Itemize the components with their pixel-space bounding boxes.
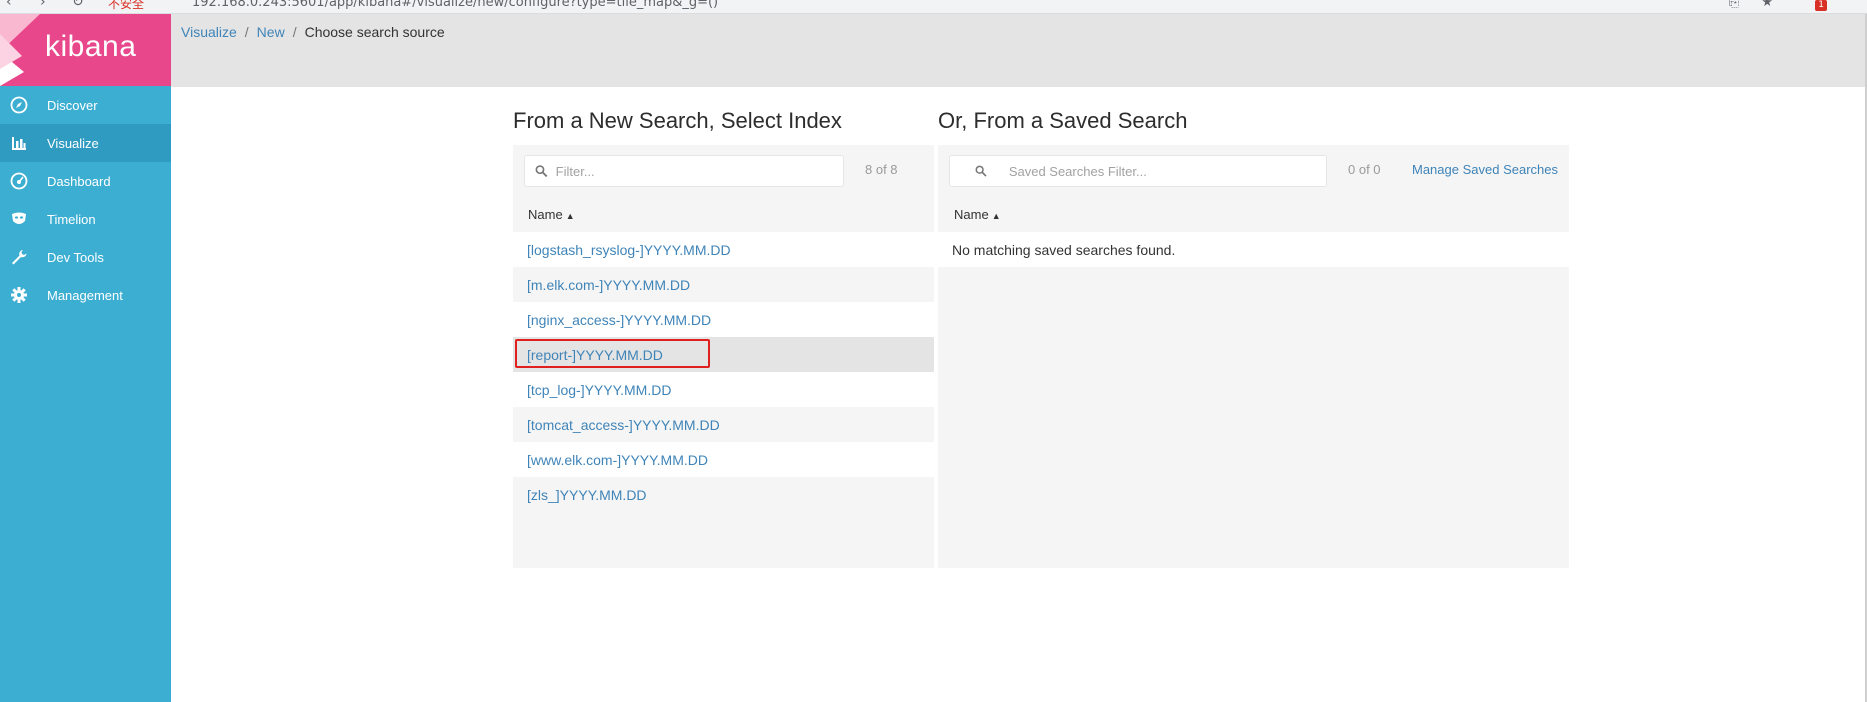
list-item[interactable]: [logstash_rsyslog-]YYYY.MM.DD bbox=[513, 232, 934, 267]
index-pattern-link[interactable]: [nginx_access-]YYYY.MM.DD bbox=[527, 312, 711, 328]
saved-search-title: Or, From a Saved Search bbox=[938, 108, 1188, 133]
list-item[interactable]: [zls_]YYYY.MM.DD bbox=[513, 477, 934, 512]
sidebar-item-label: Dev Tools bbox=[47, 249, 104, 265]
compass-icon bbox=[9, 95, 29, 115]
sidebar-item-dev-tools[interactable]: Dev Tools bbox=[0, 238, 171, 276]
saved-search-list: No matching saved searches found. bbox=[938, 232, 1569, 267]
breadcrumb-visualize-link[interactable]: Visualize bbox=[181, 24, 237, 40]
sidebar-item-label: Visualize bbox=[47, 135, 99, 151]
insecure-warning: 不安全 bbox=[108, 0, 145, 11]
search-icon bbox=[535, 165, 548, 178]
index-pattern-link[interactable]: [logstash_rsyslog-]YYYY.MM.DD bbox=[527, 242, 731, 258]
list-item[interactable]: [tomcat_access-]YYYY.MM.DD bbox=[513, 407, 934, 442]
sidebar-item-label: Management bbox=[47, 287, 123, 303]
sidebar-item-timelion[interactable]: Timelion bbox=[0, 200, 171, 238]
sidebar-item-visualize[interactable]: Visualize bbox=[0, 124, 171, 162]
translate-icon[interactable]: ⎘ bbox=[1729, 0, 1739, 10]
kibana-logo-mark-icon bbox=[0, 14, 40, 86]
index-pattern-link[interactable]: [www.elk.com-]YYYY.MM.DD bbox=[527, 452, 708, 468]
sidebar: kibana Discover Visualize Dashboard Time… bbox=[0, 14, 171, 702]
breadcrumb-new-link[interactable]: New bbox=[257, 24, 285, 40]
list-item[interactable]: [tcp_log-]YYYY.MM.DD bbox=[513, 372, 934, 407]
reload-icon[interactable]: ↻ bbox=[72, 0, 84, 10]
gauge-icon bbox=[9, 171, 29, 191]
breadcrumb: Visualize / New / Choose search source bbox=[181, 24, 445, 40]
address-bar[interactable]: 192.168.0.243:5601/app/kibana#/visualize… bbox=[192, 0, 718, 10]
kibana-logo[interactable]: kibana bbox=[0, 14, 171, 86]
wrench-icon bbox=[9, 247, 29, 267]
column-header-label: Name bbox=[954, 207, 989, 222]
index-pattern-link[interactable]: [tomcat_access-]YYYY.MM.DD bbox=[527, 417, 720, 433]
empty-message: No matching saved searches found. bbox=[938, 232, 1569, 267]
index-pattern-link[interactable]: [zls_]YYYY.MM.DD bbox=[527, 487, 647, 503]
list-item[interactable]: [nginx_access-]YYYY.MM.DD bbox=[513, 302, 934, 337]
index-name-column-header[interactable]: Name ▲ bbox=[528, 207, 575, 222]
manage-saved-searches-link[interactable]: Manage Saved Searches bbox=[1412, 162, 1558, 177]
sidebar-item-label: Timelion bbox=[47, 211, 96, 227]
index-filter-input[interactable] bbox=[555, 163, 843, 179]
bookmark-star-icon[interactable]: ★ bbox=[1761, 0, 1773, 10]
new-search-title: From a New Search, Select Index bbox=[513, 108, 842, 133]
sidebar-item-label: Dashboard bbox=[47, 173, 111, 189]
gear-icon bbox=[9, 285, 29, 305]
sidebar-item-dashboard[interactable]: Dashboard bbox=[0, 162, 171, 200]
sidebar-item-discover[interactable]: Discover bbox=[0, 86, 171, 124]
extension-badge[interactable]: 1 bbox=[1815, 0, 1827, 11]
breadcrumb-separator: / bbox=[292, 24, 297, 40]
column-header-label: Name bbox=[528, 207, 563, 222]
index-count: 8 of 8 bbox=[865, 162, 898, 177]
list-item[interactable]: [m.elk.com-]YYYY.MM.DD bbox=[513, 267, 934, 302]
forward-icon[interactable]: › bbox=[40, 0, 46, 10]
index-filter-box[interactable] bbox=[524, 155, 844, 187]
bar-chart-icon bbox=[9, 133, 29, 153]
sort-ascending-icon: ▲ bbox=[991, 211, 1001, 221]
back-icon[interactable]: ‹ bbox=[6, 0, 12, 10]
saved-search-filter-box[interactable] bbox=[949, 155, 1327, 187]
mask-icon bbox=[9, 209, 29, 229]
list-item[interactable]: [report-]YYYY.MM.DD bbox=[513, 337, 934, 372]
sidebar-item-management[interactable]: Management bbox=[0, 276, 171, 314]
sort-ascending-icon: ▲ bbox=[565, 211, 575, 221]
top-nav-bar: Visualize / New / Choose search source bbox=[171, 14, 1867, 87]
breadcrumb-current: Choose search source bbox=[304, 24, 445, 40]
breadcrumb-separator: / bbox=[244, 24, 249, 40]
index-pattern-link[interactable]: [m.elk.com-]YYYY.MM.DD bbox=[527, 277, 690, 293]
browser-toolbar: ‹ › ↻ 不安全 192.168.0.243:5601/app/kibana#… bbox=[0, 0, 1867, 14]
saved-search-count: 0 of 0 bbox=[1348, 162, 1381, 177]
saved-search-name-column-header[interactable]: Name ▲ bbox=[954, 207, 1001, 222]
list-item[interactable]: [www.elk.com-]YYYY.MM.DD bbox=[513, 442, 934, 477]
kibana-wordmark: kibana bbox=[45, 30, 137, 63]
sidebar-item-label: Discover bbox=[47, 97, 98, 113]
saved-search-panel bbox=[938, 145, 1569, 568]
index-pattern-link[interactable]: [tcp_log-]YYYY.MM.DD bbox=[527, 382, 671, 398]
index-pattern-list: [logstash_rsyslog-]YYYY.MM.DD [m.elk.com… bbox=[513, 232, 934, 512]
search-icon bbox=[975, 165, 987, 177]
highlight-box bbox=[515, 339, 710, 368]
saved-search-filter-input[interactable] bbox=[1008, 163, 1326, 179]
